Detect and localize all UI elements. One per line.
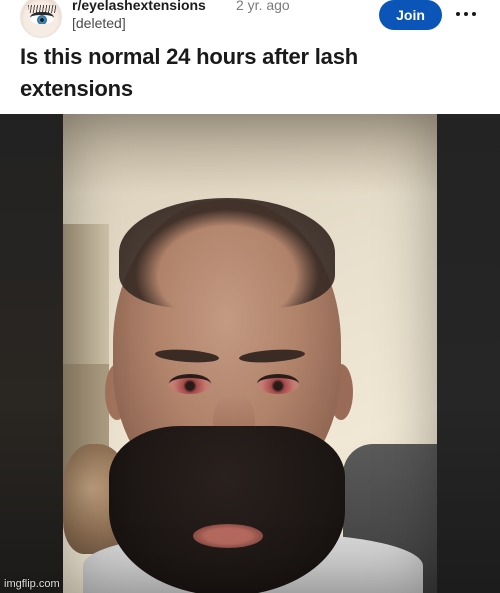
- more-options-icon[interactable]: [456, 6, 476, 22]
- join-button[interactable]: Join: [379, 0, 442, 30]
- selfie-photo: [63, 114, 437, 593]
- post-title[interactable]: Is this normal 24 hours after lash exten…: [20, 41, 460, 105]
- post-timestamp: 2 yr. ago: [236, 0, 290, 13]
- eye-icon: [30, 12, 54, 24]
- image-blur-right: [437, 114, 500, 593]
- post-image[interactable]: [0, 114, 500, 593]
- image-blur-left: [0, 114, 63, 593]
- subreddit-name[interactable]: r/eyelashextensions: [72, 0, 206, 13]
- watermark: imgflip.com: [4, 578, 60, 590]
- subreddit-avatar[interactable]: [20, 0, 62, 38]
- post-header: r/eyelashextensions 2 yr. ago [deleted] …: [0, 0, 500, 40]
- post-author: [deleted]: [72, 15, 126, 31]
